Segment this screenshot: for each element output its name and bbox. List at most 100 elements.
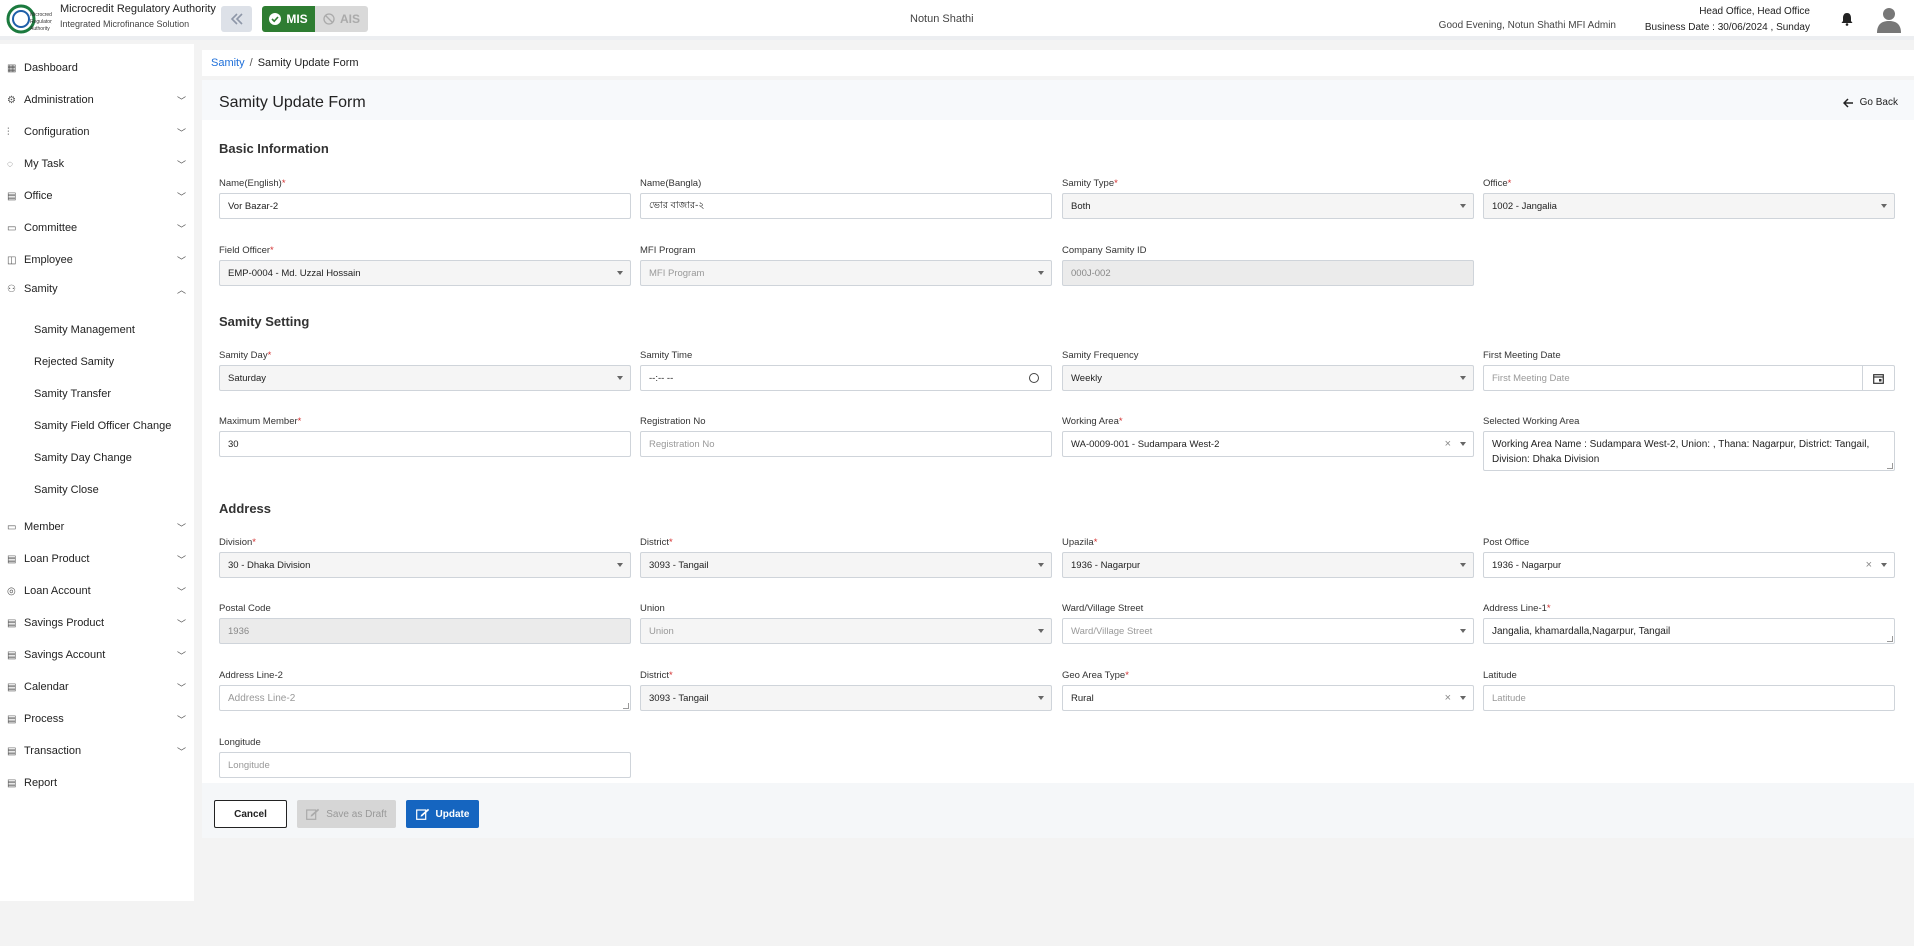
sidebar-item-samity[interactable]: ⚇ Samity ︿ [0, 276, 194, 302]
caret-down-icon [1881, 563, 1887, 567]
sidebar-item-configuration[interactable]: ⫶ Configuration ﹀ [0, 119, 194, 145]
cancel-button[interactable]: Cancel [214, 800, 287, 828]
office-label: Office* [1483, 178, 1512, 189]
geo-area-type-label: Geo Area Type* [1062, 670, 1129, 681]
sidebar-subitem-rejected-samity[interactable]: Rejected Samity [34, 356, 114, 368]
samity-frequency-label: Samity Frequency [1062, 350, 1139, 361]
office-select[interactable]: 1002 - Jangalia [1483, 193, 1895, 219]
document-icon: ▤ [7, 745, 17, 757]
working-area-select[interactable]: WA-0009-001 - Sudampara West-2 × [1062, 431, 1474, 457]
sidebar-item-administration[interactable]: ⚙ Administration ﹀ [0, 87, 194, 113]
samity-update-form: Samity Update Form Go Back Basic Informa… [202, 80, 1914, 838]
maximum-member-input[interactable]: 30 [219, 431, 631, 457]
samity-type-label: Samity Type* [1062, 178, 1118, 189]
document-icon: ▤ [7, 681, 17, 693]
sidebar-subitem-samity-transfer[interactable]: Samity Transfer [34, 388, 111, 400]
division-select[interactable]: 30 - Dhaka Division [219, 552, 631, 578]
basic-information-heading: Basic Information [219, 141, 329, 156]
sidebar-subitem-samity-management[interactable]: Samity Management [34, 324, 135, 336]
mis-toggle-button[interactable]: MIS [262, 6, 315, 32]
address-line1-label: Address Line-1* [1483, 603, 1551, 614]
greeting-text: Good Evening, Notun Shathi MFI Admin [1438, 20, 1616, 31]
sidebar-item-savings-product[interactable]: ▤ Savings Product ﹀ [0, 610, 194, 636]
arrow-left-icon [1842, 97, 1853, 108]
sidebar-item-member[interactable]: ▭ Member ﹀ [0, 514, 194, 540]
chevron-down-icon: ﹀ [176, 522, 186, 533]
caret-down-icon [1881, 204, 1887, 208]
sidebar-subitem-samity-close[interactable]: Samity Close [34, 484, 99, 496]
sidebar-item-my-task[interactable]: ◌ My Task ﹀ [0, 151, 194, 177]
name-english-input[interactable]: Vor Bazar-2 [219, 193, 631, 219]
sidebar-collapse-button[interactable] [221, 6, 252, 32]
resize-handle-icon[interactable] [1887, 636, 1893, 642]
upazila-select[interactable]: 1936 - Nagarpur [1062, 552, 1474, 578]
check-circle-icon [269, 13, 282, 25]
postal-code-label: Postal Code [219, 603, 271, 614]
grid-icon: ▦ [7, 62, 17, 74]
clear-icon[interactable]: × [1445, 692, 1451, 704]
sidebar-subitem-samity-day-change[interactable]: Samity Day Change [34, 452, 132, 464]
sidebar-item-savings-account[interactable]: ▤ Savings Account ﹀ [0, 642, 194, 668]
mfi-program-select[interactable]: MFI Program [640, 260, 1052, 286]
resize-handle-icon[interactable] [623, 703, 629, 709]
field-officer-select[interactable]: EMP-0004 - Md. Uzzal Hossain [219, 260, 631, 286]
sidebar-item-label: Committee [24, 222, 78, 234]
selected-working-area-textarea[interactable]: Working Area Name : Sudampara West-2, Un… [1483, 431, 1895, 471]
sidebar-item-dashboard[interactable]: ▦ Dashboard [0, 55, 194, 81]
sidebar-item-employee[interactable]: ◫ Employee ﹀ [0, 247, 194, 273]
breadcrumb-samity-link[interactable]: Samity [211, 57, 245, 69]
ward-label: Ward/Village Street [1062, 603, 1144, 614]
ward-select[interactable]: Ward/Village Street [1062, 618, 1474, 644]
calendar-button[interactable] [1862, 366, 1894, 390]
chevron-down-icon: ﹀ [176, 618, 186, 629]
sidebar-item-committee[interactable]: ▭ Committee ﹀ [0, 215, 194, 241]
address-line2-textarea[interactable]: Address Line-2 [219, 685, 631, 711]
registration-no-input[interactable]: Registration No [640, 431, 1052, 457]
resize-handle-icon[interactable] [1887, 463, 1893, 469]
sidebar-item-label: Administration [24, 94, 94, 106]
bell-icon[interactable] [1840, 12, 1854, 26]
samity-day-select[interactable]: Saturday [219, 365, 631, 391]
name-bangla-input[interactable]: ভোর বাজার-২ [640, 193, 1052, 219]
clear-icon[interactable]: × [1866, 559, 1872, 571]
geo-area-type-select[interactable]: Rural × [1062, 685, 1474, 711]
sidebar-item-label: Samity [24, 283, 58, 295]
samity-frequency-select[interactable]: Weekly [1062, 365, 1474, 391]
ais-toggle-button[interactable]: AIS [315, 6, 368, 32]
edit-icon [306, 808, 320, 820]
district2-select[interactable]: 3093 - Tangail [640, 685, 1052, 711]
office-name: Head Office, Head Office [1699, 6, 1810, 17]
chevron-down-icon: ﹀ [176, 223, 186, 234]
sidebar-subitem-samity-field-officer-change[interactable]: Samity Field Officer Change [34, 420, 171, 432]
samity-type-select[interactable]: Both [1062, 193, 1474, 219]
district-select[interactable]: 3093 - Tangail [640, 552, 1052, 578]
go-back-button[interactable]: Go Back [1842, 97, 1898, 108]
update-button[interactable]: Update [406, 800, 479, 828]
sidebar-item-process[interactable]: ▤ Process ﹀ [0, 706, 194, 732]
maximum-member-label: Maximum Member* [219, 416, 302, 427]
sidebar-item-label: Employee [24, 254, 73, 266]
longitude-input[interactable]: Longitude [219, 752, 631, 778]
top-header: Microcredit Regulatory Authority Microcr… [0, 0, 1914, 40]
sidebar-item-office[interactable]: ▤ Office ﹀ [0, 183, 194, 209]
ban-icon [323, 13, 335, 25]
selected-working-area-label: Selected Working Area [1483, 416, 1580, 427]
employee-icon: ◫ [7, 254, 17, 266]
sidebar-item-transaction[interactable]: ▤ Transaction ﹀ [0, 738, 194, 764]
sliders-icon: ⫶ [7, 126, 10, 138]
company-samity-id-input: 000J-002 [1062, 260, 1474, 286]
user-avatar-icon[interactable] [1876, 6, 1902, 34]
address-line1-textarea[interactable]: Jangalia, khamardalla,Nagarpur, Tangail [1483, 618, 1895, 644]
first-meeting-date-input[interactable]: First Meeting Date [1483, 365, 1895, 391]
sidebar-item-report[interactable]: ▤ Report [0, 770, 194, 796]
chevron-down-icon: ﹀ [176, 650, 186, 661]
latitude-input[interactable]: Latitude [1483, 685, 1895, 711]
union-select[interactable]: Union [640, 618, 1052, 644]
samity-time-input[interactable]: --:-- -- [640, 365, 1052, 391]
post-office-select[interactable]: 1936 - Nagarpur × [1483, 552, 1895, 578]
working-area-label: Working Area* [1062, 416, 1123, 427]
sidebar-item-loan-account[interactable]: ◎ Loan Account ﹀ [0, 578, 194, 604]
sidebar-item-loan-product[interactable]: ▤ Loan Product ﹀ [0, 546, 194, 572]
sidebar-item-calendar[interactable]: ▤ Calendar ﹀ [0, 674, 194, 700]
clear-icon[interactable]: × [1445, 438, 1451, 450]
